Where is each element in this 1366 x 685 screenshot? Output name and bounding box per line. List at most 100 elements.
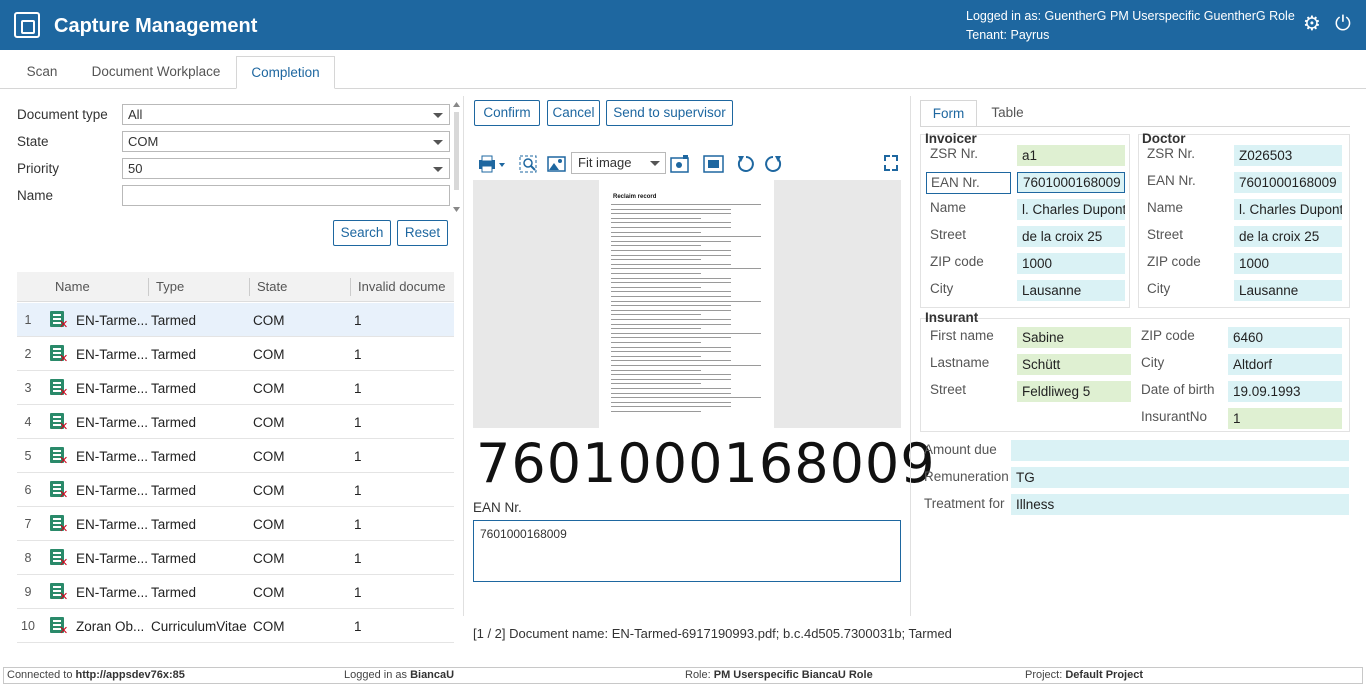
page-text-line — [611, 411, 701, 412]
table-row[interactable]: 4 ✕ EN-Tarme... Tarmed COM 1 — [17, 405, 454, 439]
document-image[interactable]: Reclaim record — [473, 180, 901, 428]
power-icon[interactable]: ⏻ — [1335, 14, 1355, 34]
column-divider[interactable] — [148, 278, 149, 296]
row-state: COM — [253, 551, 285, 566]
document-info: [1 / 2] Document name: EN-Tarmed-6917190… — [473, 626, 952, 641]
invoicer-field-4[interactable]: 1000 — [1017, 253, 1125, 274]
column-invalid[interactable]: Invalid docume — [358, 279, 445, 294]
doctor-field-4[interactable]: 1000 — [1234, 253, 1342, 274]
row-state: COM — [253, 381, 285, 396]
ean-input[interactable]: 7601000168009 — [473, 520, 901, 582]
invoicer-label-2: Name — [930, 200, 967, 215]
send-to-supervisor-button[interactable]: Send to supervisor — [606, 100, 733, 126]
doc-type-select[interactable]: All — [122, 104, 450, 125]
table-row[interactable]: 2 ✕ EN-Tarme... Tarmed COM 1 — [17, 337, 454, 371]
insurant-right-field-2[interactable]: 19.09.1993 — [1228, 381, 1342, 402]
state-select[interactable]: COM — [122, 131, 450, 152]
tab-scan[interactable]: Scan — [14, 56, 70, 89]
doctor-field-2[interactable]: l. Charles Dupont — [1234, 199, 1342, 220]
table-row[interactable]: 1 ✕ EN-Tarme... Tarmed COM 1 — [17, 303, 454, 337]
gear-icon[interactable]: ⚙ — [1303, 14, 1323, 34]
rotate-right-icon[interactable] — [763, 154, 783, 174]
image-settings-icon[interactable] — [670, 154, 690, 174]
table-row[interactable]: 8 ✕ EN-Tarme... Tarmed COM 1 — [17, 541, 454, 575]
doctor-label-0: ZSR Nr. — [1147, 146, 1196, 161]
extra-field-0[interactable] — [1011, 440, 1349, 461]
page-text-line — [611, 268, 761, 270]
user-role[interactable]: PM Userspecific GuentherG Role — [1110, 9, 1295, 23]
reset-button[interactable]: Reset — [397, 220, 448, 246]
tab-form[interactable]: Form — [920, 100, 977, 127]
image-icon[interactable] — [547, 154, 567, 174]
insurant-right-field-3[interactable]: 1 — [1228, 408, 1342, 429]
invoicer-field-0[interactable]: a1 — [1017, 145, 1125, 166]
doctor-field-5[interactable]: Lausanne — [1234, 280, 1342, 301]
priority-select[interactable]: 50 — [122, 158, 450, 179]
extra-field-2[interactable]: Illness — [1011, 494, 1349, 515]
column-divider[interactable] — [350, 278, 351, 296]
invoicer-field-2[interactable]: l. Charles Dupont — [1017, 199, 1125, 220]
insurant-right-field-1[interactable]: Altdorf — [1228, 354, 1342, 375]
row-number: 8 — [24, 551, 32, 565]
insurant-right-field-0[interactable]: 6460 — [1228, 327, 1342, 348]
doc-type-value: All — [128, 107, 143, 122]
invoicer-field-5[interactable]: Lausanne — [1017, 280, 1125, 301]
table-row[interactable]: 9 ✕ EN-Tarme... Tarmed COM 1 — [17, 575, 454, 609]
table-row[interactable]: 7 ✕ EN-Tarme... Tarmed COM 1 — [17, 507, 454, 541]
table-row[interactable]: 5 ✕ EN-Tarme... Tarmed COM 1 — [17, 439, 454, 473]
tab-document-workplace[interactable]: Document Workplace — [80, 56, 232, 89]
row-name: EN-Tarme... — [76, 347, 148, 362]
zoom-select[interactable]: Fit image — [571, 152, 666, 174]
zoom-region-icon[interactable] — [519, 154, 539, 174]
row-number: 6 — [24, 483, 32, 497]
error-icon: ✕ — [59, 455, 69, 467]
page-text-line — [611, 259, 701, 261]
print-icon[interactable] — [477, 154, 507, 174]
row-invalid: 1 — [354, 449, 362, 464]
cancel-button[interactable]: Cancel — [547, 100, 600, 126]
fit-page-icon[interactable] — [703, 154, 725, 174]
row-type: Tarmed — [151, 517, 197, 532]
fullscreen-icon[interactable] — [883, 154, 899, 174]
page-text-line — [611, 296, 731, 297]
row-invalid: 1 — [354, 483, 362, 498]
doctor-field-0[interactable]: Z026503 — [1234, 145, 1342, 166]
column-name[interactable]: Name — [55, 279, 90, 294]
doctor-field-1[interactable]: 7601000168009 — [1234, 172, 1342, 193]
document-error-icon: ✕ — [50, 345, 68, 365]
page-text-line — [611, 314, 701, 316]
row-invalid: 1 — [354, 619, 362, 634]
page-text-line — [611, 213, 731, 215]
main-tabs: Scan Document Workplace Completion — [0, 56, 1366, 89]
page-text-line — [611, 337, 731, 339]
tab-table[interactable]: Table — [980, 100, 1035, 127]
column-divider[interactable] — [249, 278, 250, 296]
row-state: COM — [253, 449, 285, 464]
invoicer-field-1[interactable]: 7601000168009 — [1017, 172, 1125, 193]
page-text-line — [611, 397, 761, 399]
extra-field-1[interactable]: TG — [1011, 467, 1349, 488]
insurant-field-1[interactable]: Schütt — [1017, 354, 1131, 375]
app-title: Capture Management — [54, 15, 258, 37]
row-name: EN-Tarme... — [76, 585, 148, 600]
filter-scrollbar[interactable] — [453, 102, 460, 212]
insurant-field-0[interactable]: Sabine — [1017, 327, 1131, 348]
confirm-button[interactable]: Confirm — [474, 100, 540, 126]
insurant-field-2[interactable]: Feldliweg 5 — [1017, 381, 1131, 402]
page-text-line — [611, 369, 701, 371]
doctor-field-3[interactable]: de la croix 25 — [1234, 226, 1342, 247]
page-text-line — [611, 401, 731, 403]
rotate-left-icon[interactable] — [736, 154, 756, 174]
invoicer-field-3[interactable]: de la croix 25 — [1017, 226, 1125, 247]
table-row[interactable]: 10 ✕ Zoran Ob... CurriculumVitae COM 1 — [17, 609, 454, 643]
tab-completion[interactable]: Completion — [236, 56, 335, 89]
document-error-icon: ✕ — [50, 413, 68, 433]
search-button[interactable]: Search — [333, 220, 391, 246]
name-input[interactable] — [122, 185, 450, 206]
insurant-right-label-3: InsurantNo — [1141, 409, 1208, 424]
table-row[interactable]: 6 ✕ EN-Tarme... Tarmed COM 1 — [17, 473, 454, 507]
column-state[interactable]: State — [257, 279, 287, 294]
table-row[interactable]: 3 ✕ EN-Tarme... Tarmed COM 1 — [17, 371, 454, 405]
invoicer-label-0: ZSR Nr. — [930, 146, 979, 161]
column-type[interactable]: Type — [156, 279, 184, 294]
